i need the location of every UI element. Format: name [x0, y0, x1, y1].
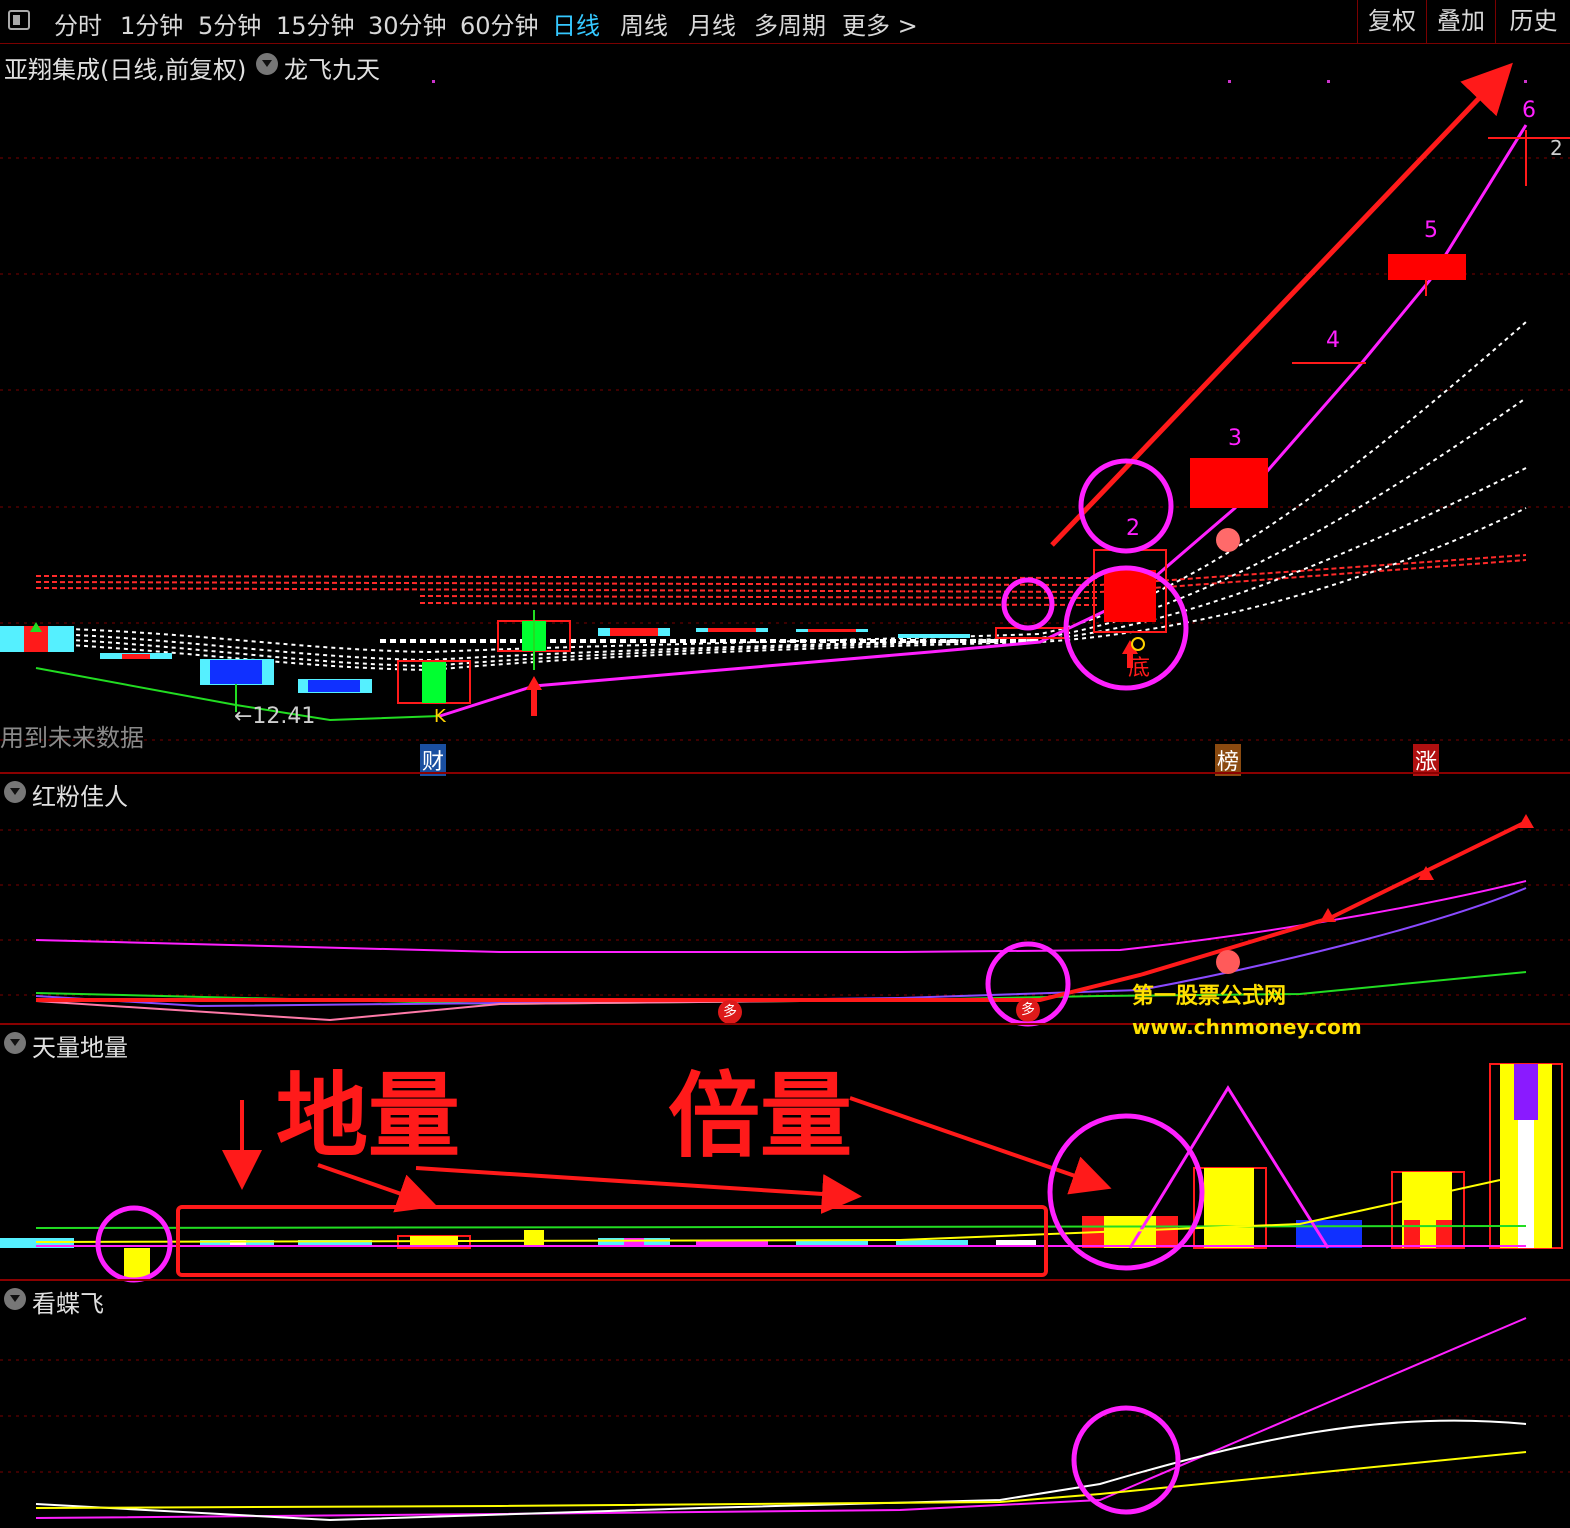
annot-beiliang: 倍量 — [668, 1062, 853, 1170]
panel4-highlight-circle — [1071, 1405, 1181, 1515]
small-ring-icon — [1131, 637, 1145, 651]
panel-divider-1[interactable] — [0, 772, 1570, 774]
wave-label-5: 5 — [1424, 218, 1438, 243]
di-label: 底 — [1128, 656, 1151, 681]
moving-averages — [35, 321, 1527, 672]
duo-label-1: 多 — [723, 1004, 737, 1020]
panel4-lines — [35, 1317, 1527, 1522]
wave-label-3: 3 — [1228, 426, 1242, 451]
watermark-url: www.chnmoney.com — [1132, 1015, 1362, 1039]
top-dots — [432, 80, 1527, 83]
k-label: K — [434, 706, 446, 727]
panel2-grid — [0, 829, 1570, 996]
ball-icon — [1216, 950, 1240, 974]
resistance-bands — [35, 554, 1527, 606]
low-price-label: ←12.41 — [234, 704, 316, 729]
kline-chart-canvas[interactable] — [0, 0, 1570, 1528]
panel2-settings-icon[interactable] — [4, 781, 26, 803]
panel2-lines — [35, 820, 1527, 1022]
wave-label-6: 6 — [1522, 98, 1536, 123]
panel3-title[interactable]: 天量地量 — [32, 1028, 128, 1063]
panel2-title[interactable]: 红粉佳人 — [32, 777, 128, 812]
wave-label-4: 4 — [1326, 328, 1340, 353]
main-grid — [0, 157, 1570, 741]
uptrend-arrow — [1050, 62, 1513, 547]
panel3-settings-icon[interactable] — [4, 1032, 26, 1054]
panel4-settings-icon[interactable] — [4, 1288, 26, 1310]
annot-diliang: 地量 — [276, 1062, 461, 1170]
gem-icon — [1216, 528, 1240, 552]
panel-divider-3[interactable] — [0, 1279, 1570, 1281]
corner-label: 2 — [1550, 136, 1563, 160]
candles — [0, 130, 1570, 712]
watermark-title: 第一股票公式网 — [1132, 984, 1287, 1009]
future-data-note: 用到未来数据 — [0, 724, 144, 752]
panel4-grid — [0, 1359, 1570, 1473]
duo-label-2: 多 — [1021, 1002, 1035, 1018]
wave-label-2: 2 — [1126, 516, 1140, 541]
trend-line — [439, 124, 1528, 718]
panel3-highlight-circles — [95, 1113, 1205, 1283]
panel4-title[interactable]: 看蝶飞 — [32, 1284, 104, 1319]
